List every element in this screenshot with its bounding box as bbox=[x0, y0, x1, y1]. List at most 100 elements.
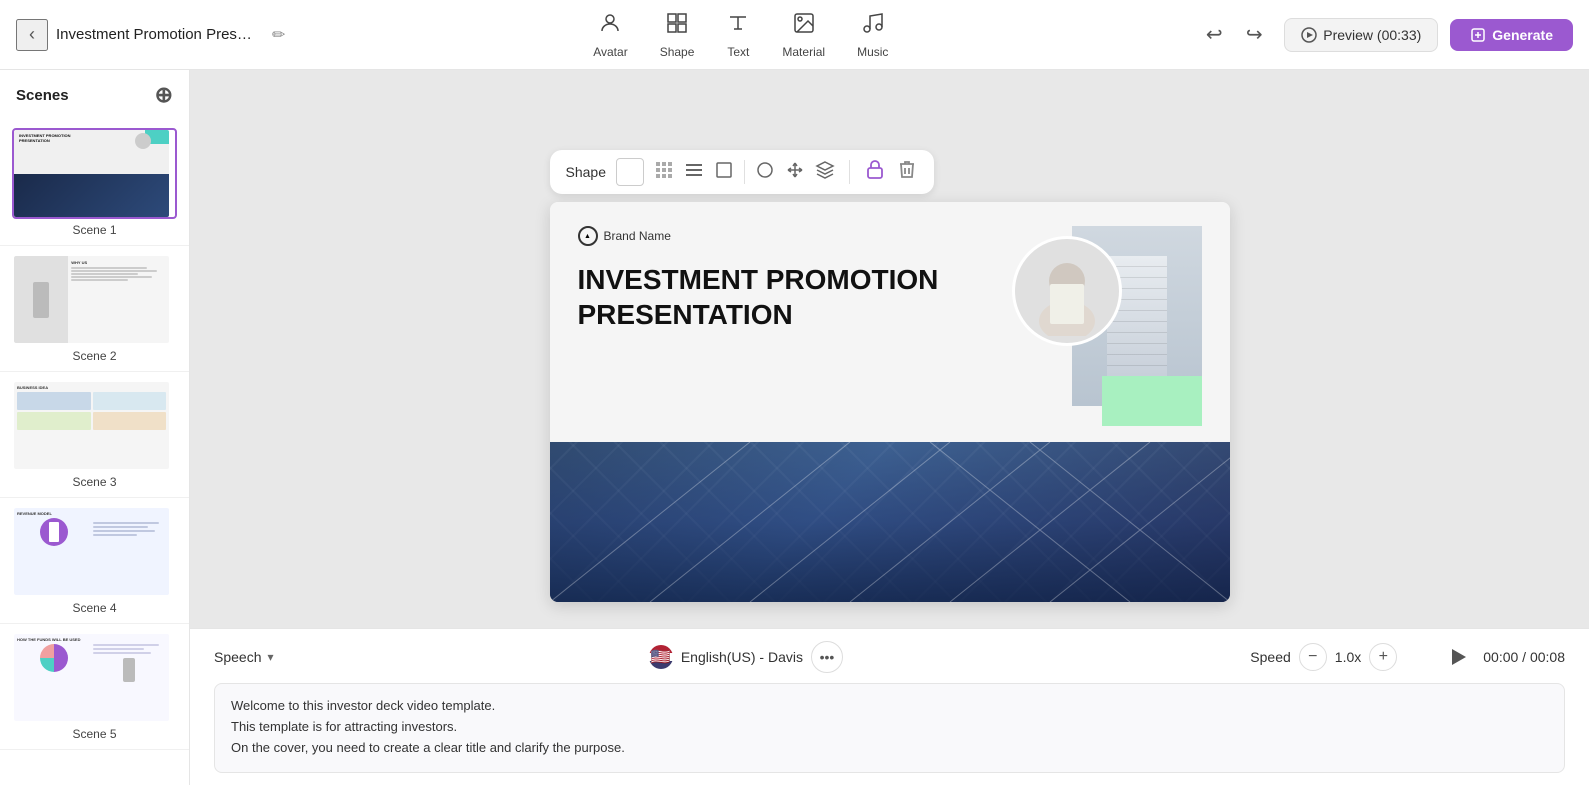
project-title: Investment Promotion Prese... bbox=[56, 26, 256, 43]
scene-2-thumbnail: WHY US bbox=[14, 256, 169, 343]
speech-text-line1: Welcome to this investor deck video temp… bbox=[231, 696, 1548, 717]
flag-icon: 🇺🇸 bbox=[649, 645, 673, 669]
speech-chevron-icon: ▾ bbox=[267, 650, 273, 664]
slide-container[interactable]: Brand Name INVESTMENT PROMOTION PRESENTA… bbox=[550, 202, 1230, 602]
generate-label: Generate bbox=[1492, 27, 1553, 43]
undo-button[interactable]: ↩ bbox=[1196, 17, 1232, 53]
top-bar: ‹ Investment Promotion Prese... ✏ Avatar… bbox=[0, 0, 1589, 70]
slide-main-title: INVESTMENT PROMOTION PRESENTATION bbox=[578, 262, 978, 332]
scene-4-thumbnail-wrapper: REVENUE MODEL bbox=[12, 506, 177, 597]
scene-2-left bbox=[14, 256, 68, 343]
shape-toolbar-label: Shape bbox=[566, 164, 606, 180]
generate-button[interactable]: Generate bbox=[1450, 19, 1573, 51]
canvas-scroll[interactable]: Shape bbox=[190, 70, 1589, 628]
slide-person-circle bbox=[1012, 236, 1122, 346]
slide-wrapper: Brand Name INVESTMENT PROMOTION PRESENTA… bbox=[550, 202, 1230, 602]
avatar-label: Avatar bbox=[593, 45, 627, 59]
preview-button[interactable]: Preview (00:33) bbox=[1284, 18, 1438, 52]
scene-5-label: Scene 5 bbox=[12, 727, 177, 741]
scene-5-thumbnail: HOW THE FUNDS WILL BE USED bbox=[14, 634, 169, 721]
sidebar-header: Scenes ⊕ bbox=[0, 70, 189, 120]
toolbar-text[interactable]: Text bbox=[726, 11, 750, 59]
text-label: Text bbox=[727, 45, 749, 59]
brand-name-text: Brand Name bbox=[604, 229, 671, 243]
scene-item-1[interactable]: INVESTMENT PROMOTIONPRESENTATION Scene 1 bbox=[0, 120, 189, 246]
shape-label: Shape bbox=[660, 45, 695, 59]
shape-toolbar-container: Shape bbox=[550, 150, 1230, 194]
toolbar-music[interactable]: Music bbox=[857, 11, 888, 59]
play-triangle-icon bbox=[1452, 649, 1466, 665]
speech-dropdown[interactable]: Speech ▾ bbox=[214, 649, 274, 665]
architectural-bg bbox=[550, 442, 1230, 602]
playback-control: 00:00 / 00:08 bbox=[1445, 643, 1565, 671]
speech-label: Speech bbox=[214, 649, 261, 665]
scene-2-person bbox=[33, 282, 49, 318]
pattern-icon[interactable] bbox=[654, 160, 674, 185]
avatar-icon bbox=[598, 11, 622, 41]
back-button[interactable]: ‹ bbox=[16, 19, 48, 51]
time-display: 00:00 / 00:08 bbox=[1483, 649, 1565, 665]
music-label: Music bbox=[857, 45, 888, 59]
scene-item-2[interactable]: WHY US Scene 2 bbox=[0, 246, 189, 372]
language-more-button[interactable]: ••• bbox=[811, 641, 843, 673]
crop-icon[interactable] bbox=[714, 160, 734, 185]
scene-item-5[interactable]: HOW THE FUNDS WILL BE USED bbox=[0, 624, 189, 750]
scene-2-right: WHY US bbox=[68, 256, 169, 343]
speech-text-area[interactable]: Welcome to this investor deck video temp… bbox=[214, 683, 1565, 773]
circle-crop-icon[interactable] bbox=[755, 160, 775, 185]
scene-1-bottom-bg bbox=[14, 174, 169, 218]
slide-green-rect bbox=[1102, 376, 1202, 426]
edit-title-icon[interactable]: ✏ bbox=[272, 25, 285, 45]
scene-3-thumbnail: BUSINESS IDEA bbox=[14, 382, 169, 469]
speed-increase-button[interactable]: + bbox=[1369, 643, 1397, 671]
scene-2-thumbnail-wrapper: WHY US bbox=[12, 254, 177, 345]
scene-5-thumbnail-wrapper: HOW THE FUNDS WILL BE USED bbox=[12, 632, 177, 723]
text-icon bbox=[726, 11, 750, 41]
toolbar-shape[interactable]: Shape bbox=[660, 11, 695, 59]
canvas-area: Shape bbox=[190, 70, 1589, 785]
scene-4-label: Scene 4 bbox=[12, 601, 177, 615]
slide-content-left: Brand Name INVESTMENT PROMOTION PRESENTA… bbox=[578, 226, 1002, 332]
toolbar-center: Avatar Shape Text Mater bbox=[293, 11, 1188, 59]
play-button[interactable] bbox=[1445, 643, 1473, 671]
lock-icon[interactable] bbox=[864, 158, 886, 186]
main-layout: Scenes ⊕ INVESTMENT PROMOTIONPRESENTATIO… bbox=[0, 70, 1589, 785]
toolbar-right: ↩ ↪ Preview (00:33) Generate bbox=[1196, 17, 1573, 53]
scene-1-thumbnail-wrapper: INVESTMENT PROMOTIONPRESENTATION bbox=[12, 128, 177, 219]
scene-1-person-circle bbox=[135, 133, 151, 149]
move-icon[interactable] bbox=[785, 160, 805, 185]
scene-1-thumbnail: INVESTMENT PROMOTIONPRESENTATION bbox=[14, 130, 169, 217]
speed-control: Speed − 1.0x + bbox=[1250, 643, 1397, 671]
scene-2-label: Scene 2 bbox=[12, 349, 177, 363]
scene-item-3[interactable]: BUSINESS IDEA Scene 3 bbox=[0, 372, 189, 498]
speech-controls: Speech ▾ 🇺🇸 English(US) - Davis ••• Spee… bbox=[214, 641, 1565, 673]
scene-4-thumbnail: REVENUE MODEL bbox=[14, 508, 169, 595]
speed-label: Speed bbox=[1250, 649, 1290, 665]
layers-icon[interactable] bbox=[815, 160, 835, 185]
speed-decrease-button[interactable]: − bbox=[1299, 643, 1327, 671]
slide-top-section: Brand Name INVESTMENT PROMOTION PRESENTA… bbox=[550, 202, 1230, 442]
language-selector[interactable]: 🇺🇸 English(US) - Davis ••• bbox=[290, 641, 1203, 673]
shape-toolbar: Shape bbox=[550, 150, 934, 194]
delete-icon[interactable] bbox=[896, 158, 918, 186]
language-name: English(US) - Davis bbox=[681, 649, 803, 665]
shape-color-picker[interactable] bbox=[616, 158, 644, 186]
slide-title-line1: INVESTMENT PROMOTION bbox=[578, 264, 939, 295]
redo-button[interactable]: ↪ bbox=[1236, 17, 1272, 53]
speech-text-line3: On the cover, you need to create a clear… bbox=[231, 738, 1548, 759]
slide-title-line2: PRESENTATION bbox=[578, 299, 793, 330]
scene-3-thumbnail-wrapper: BUSINESS IDEA bbox=[12, 380, 177, 471]
bottom-panel: Speech ▾ 🇺🇸 English(US) - Davis ••• Spee… bbox=[190, 628, 1589, 785]
slide-bottom-section bbox=[550, 442, 1230, 602]
add-scene-button[interactable]: ⊕ bbox=[155, 82, 173, 108]
scene-item-4[interactable]: REVENUE MODEL bbox=[0, 498, 189, 624]
canvas-content: Shape bbox=[550, 90, 1230, 602]
speed-value: 1.0x bbox=[1335, 649, 1361, 665]
material-icon bbox=[792, 11, 816, 41]
toolbar-material[interactable]: Material bbox=[782, 11, 825, 59]
scene-3-label: Scene 3 bbox=[12, 475, 177, 489]
lines-icon[interactable] bbox=[684, 160, 704, 185]
sidebar: Scenes ⊕ INVESTMENT PROMOTIONPRESENTATIO… bbox=[0, 70, 190, 785]
toolbar-avatar[interactable]: Avatar bbox=[593, 11, 627, 59]
preview-label: Preview (00:33) bbox=[1323, 27, 1421, 43]
